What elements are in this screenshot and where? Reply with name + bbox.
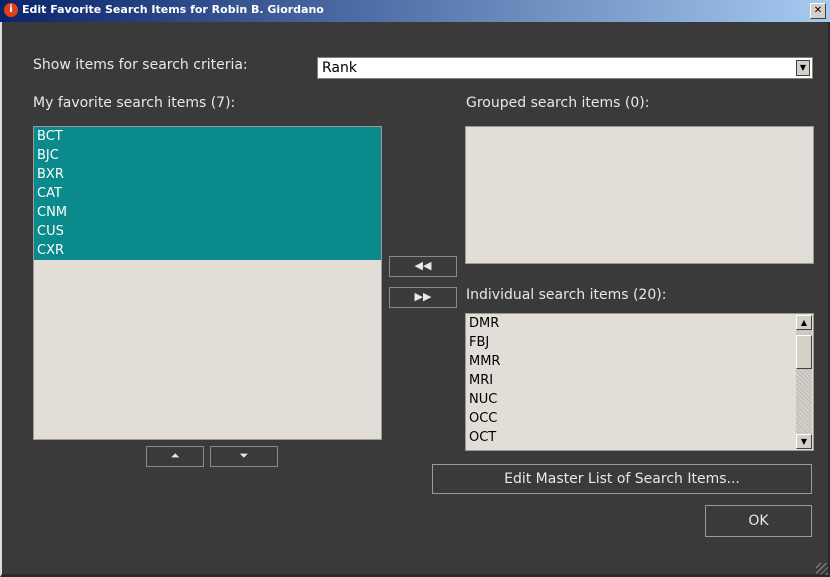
list-item[interactable]: OCC [466,409,813,428]
list-item[interactable]: CXR [34,241,381,260]
list-item[interactable]: OCT [466,428,813,447]
scroll-down-arrow-icon[interactable]: ▼ [796,434,812,449]
double-chevron-down-icon: ⏷ [239,449,249,462]
double-chevron-up-icon: ⏶ [170,449,180,462]
edit-master-list-button[interactable]: Edit Master List of Search Items... [432,464,812,494]
list-item[interactable]: MRI [466,371,813,390]
scroll-up-arrow-icon[interactable]: ▲ [796,315,812,330]
scrollbar-thumb[interactable] [796,335,812,369]
list-item[interactable]: MMR [466,352,813,371]
criteria-dropdown[interactable]: Rank ▼ [317,57,813,79]
list-item[interactable]: CNM [34,203,381,222]
list-item[interactable]: NUC [466,390,813,409]
resize-grip-icon[interactable] [816,563,828,575]
chevron-down-icon[interactable]: ▼ [796,60,810,76]
info-icon: i [4,3,18,17]
remove-from-favorites-button[interactable]: ▶▶ [389,287,457,308]
individual-list[interactable]: DMR FBJ MMR MRI NUC OCC OCT ▲ ▼ [465,313,814,451]
window-title: Edit Favorite Search Items for Robin B. … [22,3,324,16]
criteria-label: Show items for search criteria: [33,57,248,73]
list-item[interactable]: BJC [34,146,381,165]
list-item[interactable]: FBJ [466,333,813,352]
list-item[interactable]: DMR [466,314,813,333]
move-down-button[interactable]: ⏷ [210,446,278,467]
title-bar[interactable]: i Edit Favorite Search Items for Robin B… [0,0,830,22]
grouped-list[interactable] [465,126,814,264]
list-item[interactable]: BCT [34,127,381,146]
favorites-label: My favorite search items (7): [33,95,236,111]
list-item[interactable]: CAT [34,184,381,203]
double-arrow-right-icon: ▶▶ [414,290,432,303]
double-arrow-left-icon: ◀◀ [414,259,432,272]
ok-button[interactable]: OK [705,505,812,537]
list-item[interactable]: CUS [34,222,381,241]
list-item[interactable]: BXR [34,165,381,184]
move-up-button[interactable]: ⏶ [146,446,204,467]
individual-label: Individual search items (20): [466,287,667,303]
grouped-label: Grouped search items (0): [466,95,650,111]
individual-scrollbar[interactable]: ▲ ▼ [796,315,812,449]
add-to-favorites-button[interactable]: ◀◀ [389,256,457,277]
favorites-list[interactable]: BCT BJC BXR CAT CNM CUS CXR [33,126,382,440]
close-button[interactable]: ✕ [810,3,826,19]
criteria-selected-value: Rank [322,60,357,76]
